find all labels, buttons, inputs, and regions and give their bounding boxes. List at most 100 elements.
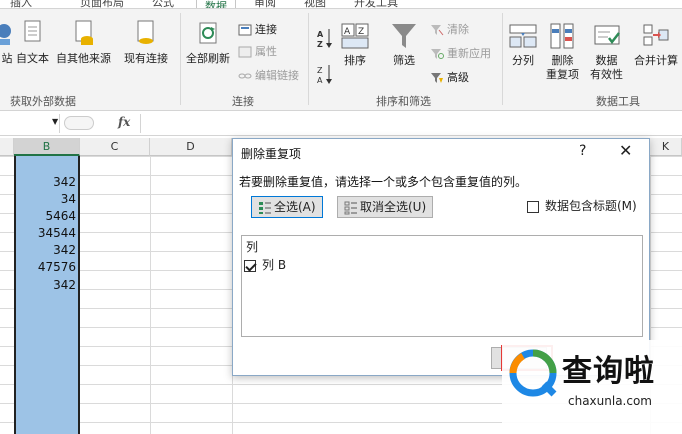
close-icon[interactable]: ✕ — [619, 141, 632, 160]
reapply-filter-button[interactable]: 重新应用 — [430, 47, 491, 61]
remove-duplicates-icon — [550, 23, 573, 49]
svg-text:A: A — [344, 27, 351, 37]
column-header-a[interactable] — [0, 138, 14, 156]
sort-ascending-button[interactable]: AZ — [316, 27, 337, 49]
filter-funnel-icon — [392, 24, 416, 48]
watermark-brand: 查询啦 — [562, 354, 655, 389]
svg-text:Z: Z — [317, 40, 323, 49]
advanced-filter-label: 高级 — [447, 71, 469, 84]
select-all-label: 全选(A) — [274, 200, 316, 214]
properties-icon — [238, 46, 252, 58]
connections-icon — [238, 24, 252, 36]
remove-duplicates-button[interactable]: 删除 重复项 — [546, 21, 579, 82]
name-box-dropdown-icon[interactable]: ▼ — [52, 117, 58, 126]
checkbox-box[interactable] — [244, 259, 256, 272]
svg-text:A: A — [317, 30, 324, 39]
group-label-connections: 连接 — [232, 95, 254, 108]
tab-page-layout[interactable]: 页面布局 — [80, 0, 124, 8]
properties-button[interactable]: 属性 — [238, 45, 277, 59]
other-sources-icon — [75, 20, 93, 45]
help-icon[interactable]: ? — [579, 143, 586, 159]
tab-view[interactable]: 视图 — [304, 0, 326, 8]
column-header-d[interactable]: D — [150, 138, 232, 156]
existing-connections-icon — [137, 20, 154, 44]
formula-bar: ▼ fx — [0, 112, 682, 136]
column-b-checkbox[interactable]: 列 B — [244, 256, 286, 273]
sort-descending-button[interactable]: ZA — [316, 63, 337, 85]
consolidate-button[interactable]: 合并计算 — [634, 21, 678, 68]
ribbon: 站 自文本 自其他来源 现有连接 获取外部数据 全部刷新 连接 属性 编辑链接 — [0, 8, 682, 111]
data-validation-button[interactable]: 数据 有效性 — [590, 21, 623, 82]
filter-button[interactable]: 筛选 — [390, 21, 418, 68]
text-to-columns-button[interactable]: 分列 — [508, 21, 538, 68]
edit-links-label: 编辑链接 — [255, 69, 299, 82]
connections-label: 连接 — [255, 23, 277, 36]
column-b-label: 列 B — [262, 258, 287, 272]
dialog-title: 删除重复项 — [241, 147, 302, 161]
data-validation-icon — [594, 25, 620, 45]
sort-ascending-icon: AZ — [317, 29, 332, 49]
clear-filter-label: 清除 — [447, 23, 469, 36]
select-all-button[interactable]: 全选(A) — [251, 196, 323, 218]
ribbon-tab-row: 插入 页面布局 公式 数据 审阅 视图 开发工具 — [0, 0, 682, 8]
edit-links-button[interactable]: 编辑链接 — [238, 69, 299, 83]
sort-button[interactable]: AZ 排序 — [340, 21, 370, 68]
formula-input[interactable] — [140, 114, 682, 133]
dialog-prompt: 若要删除重复值，请选择一个或多个包含重复值的列。 — [239, 175, 528, 189]
group-separator — [180, 13, 181, 105]
from-other-sources-button[interactable]: 自其他来源 — [56, 19, 111, 66]
column-header-b[interactable]: B — [14, 138, 80, 156]
cell-value[interactable]: 342 — [16, 276, 78, 295]
properties-label: 属性 — [255, 45, 277, 58]
watermark-url: chaxunla.com — [568, 394, 652, 408]
group-separator — [308, 13, 309, 105]
from-web-label: 站 — [1, 52, 13, 65]
clear-filter-button[interactable]: 清除 — [430, 23, 469, 37]
remove-duplicates-label-2: 重复项 — [546, 68, 579, 81]
insert-function-icon[interactable]: fx — [118, 115, 130, 129]
grid-line — [150, 156, 151, 434]
unselect-all-icon — [344, 201, 357, 214]
name-box[interactable]: ▼ — [0, 114, 60, 133]
chain-link-icon — [238, 73, 252, 79]
advanced-filter-button[interactable]: 高级 — [430, 71, 469, 85]
columns-listbox[interactable]: 列 列 B — [241, 235, 643, 337]
connections-button[interactable]: 连接 — [238, 23, 277, 37]
columns-list-header: 列 — [246, 240, 259, 254]
unselect-all-label: 取消全选(U) — [360, 200, 427, 214]
tab-developer[interactable]: 开发工具 — [354, 0, 398, 8]
brand-logo-icon — [509, 349, 557, 397]
from-text-button[interactable]: 自文本 — [16, 19, 49, 66]
tab-review[interactable]: 审阅 — [254, 0, 276, 8]
group-label-external: 获取外部数据 — [10, 95, 76, 108]
existing-connections-button[interactable]: 现有连接 — [124, 19, 168, 66]
tab-insert[interactable]: 插入 — [10, 0, 32, 8]
clear-filter-icon — [431, 25, 444, 36]
watermark: 查询啦 chaxunla.com — [502, 340, 682, 434]
group-label-data-tools: 数据工具 — [596, 95, 640, 108]
group-label-sort-filter: 排序和筛选 — [376, 95, 431, 108]
svg-text:A: A — [317, 76, 323, 85]
svg-text:Z: Z — [358, 27, 364, 37]
select-all-icon — [259, 201, 271, 214]
data-validation-label-2: 有效性 — [590, 68, 623, 81]
tab-formulas[interactable]: 公式 — [152, 0, 174, 8]
refresh-all-label: 全部刷新 — [186, 52, 230, 65]
formula-bar-resize-handle[interactable] — [64, 116, 94, 130]
tab-data[interactable]: 数据 — [196, 0, 236, 8]
from-text-label: 自文本 — [16, 52, 49, 65]
refresh-icon — [199, 22, 217, 44]
remove-duplicates-label-1: 删除 — [551, 54, 574, 67]
unselect-all-button[interactable]: 取消全选(U) — [337, 196, 434, 218]
from-other-sources-label: 自其他来源 — [56, 52, 111, 65]
my-data-has-headers-checkbox[interactable]: 数据包含标题(M) — [527, 197, 637, 214]
text-file-icon — [24, 20, 40, 42]
column-header-k[interactable]: K — [650, 138, 682, 156]
filter-label: 筛选 — [393, 54, 415, 67]
column-header-c[interactable]: C — [80, 138, 150, 156]
refresh-all-button[interactable]: 全部刷新 — [186, 19, 230, 66]
cell-value[interactable]: 47576 — [16, 258, 78, 277]
sort-dialog-icon: AZ — [341, 23, 369, 49]
reapply-filter-label: 重新应用 — [447, 47, 491, 60]
checkbox-box[interactable] — [527, 200, 539, 213]
